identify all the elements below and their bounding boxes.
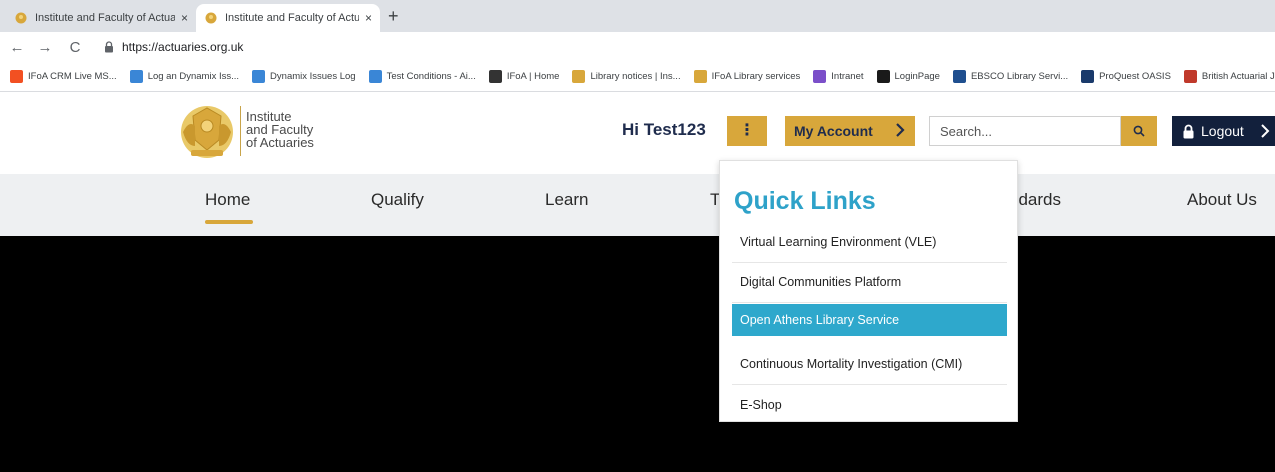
hero-banner [0,236,1275,472]
logout-button[interactable]: Logout [1172,116,1275,146]
reload-button[interactable]: C [64,39,86,56]
bookmark-item[interactable]: IFoA | Home [488,70,560,83]
quick-link-eshop[interactable]: E-Shop [732,385,1007,426]
bookmark-label: Intranet [831,71,864,82]
bookmark-label: Test Conditions - Ai... [386,71,476,82]
quick-links-list: Virtual Learning Environment (VLE) Digit… [732,222,1007,425]
bookmark-label: Library notices | Ins... [590,71,681,82]
main-navigation: Home Qualify Learn T ndards About Us [0,174,1275,236]
browser-address-bar: ← → C https://actuaries.org.uk [0,32,1275,62]
bookmark-item[interactable]: Dynamix Issues Log [252,70,356,83]
logout-label: Logout [1201,123,1244,139]
nav-item-qualify[interactable]: Qualify [371,190,424,210]
search-input[interactable] [929,116,1121,146]
bookmark-item[interactable]: LoginPage [876,70,940,83]
nav-item-learn[interactable]: Learn [545,190,588,210]
quick-links-dropdown: Quick Links Virtual Learning Environment… [719,160,1018,422]
bookmark-item[interactable]: EBSCO Library Servi... [952,70,1069,83]
close-icon[interactable]: × [365,11,372,25]
logo-divider [240,106,241,156]
o-icon [1081,70,1095,83]
back-button[interactable]: ← [6,39,28,56]
bookmark-label: Dynamix Issues Log [270,71,356,82]
my-account-button[interactable]: My Account [785,116,915,146]
logo-wordmark[interactable]: Institute and Faculty of Actuaries [246,110,314,149]
pinwheel-icon [252,70,266,83]
search-icon [1133,125,1145,137]
close-icon[interactable]: × [181,11,188,25]
new-tab-button[interactable]: + [388,6,399,26]
pinwheel-icon [368,70,382,83]
bookmark-label: IFoA | Home [506,71,560,82]
bookmark-item[interactable]: British Actuarial Jou... [1183,70,1275,83]
active-nav-indicator [205,220,253,224]
flag-icon [488,70,502,83]
ifoa-crest-logo[interactable] [179,102,235,160]
bookmark-label: British Actuarial Jou... [1201,71,1275,82]
bookmark-item[interactable]: Test Conditions - Ai... [368,70,476,83]
browser-tab-title: Institute and Faculty of Actuaries [35,12,175,24]
quick-link-open-athens[interactable]: Open Athens Library Service [732,304,1007,336]
bookmarks-bar: IFoA CRM Live MS... Log an Dynamix Iss...… [0,62,1275,92]
bookmark-label: EBSCO Library Servi... [970,71,1069,82]
quick-link-digital-communities[interactable]: Digital Communities Platform [732,263,1007,303]
browser-tab-2[interactable]: Institute and Faculty of Actuaries × [196,4,380,32]
user-greeting: Hi Test123 [622,120,706,139]
browser-tab-1[interactable]: Institute and Faculty of Actuaries × [6,4,196,32]
quick-links-menu-button[interactable]: ⋮ [727,116,767,146]
chevron-right-icon [1261,124,1270,138]
url-field[interactable]: https://actuaries.org.uk [122,40,243,54]
bookmark-item[interactable]: Log an Dynamix Iss... [129,70,240,83]
pinwheel-icon [129,70,143,83]
my-account-label: My Account [794,123,873,139]
quick-link-vle[interactable]: Virtual Learning Environment (VLE) [732,222,1007,263]
bookmark-label: IFoA CRM Live MS... [28,71,117,82]
lock-icon[interactable] [104,41,114,53]
bookmark-label: LoginPage [894,71,940,82]
browser-tab-title: Institute and Faculty of Actuaries [225,12,359,24]
bookmark-item[interactable]: IFoA Library services [693,70,801,83]
browser-tab-strip: Institute and Faculty of Actuaries × Ins… [0,0,1275,32]
site-header: Institute and Faculty of Actuaries Hi Te… [0,92,1275,174]
forward-button[interactable]: → [34,39,56,56]
bookmark-item[interactable]: IFoA CRM Live MS... [10,70,117,83]
quick-link-cmi[interactable]: Continuous Mortality Investigation (CMI) [732,344,1007,385]
ifoa-crest-icon [15,12,27,24]
bookmark-item[interactable]: ProQuest OASIS [1081,70,1171,83]
bookmark-label: IFoA Library services [711,71,801,82]
bookmark-item[interactable]: Intranet [813,70,864,83]
shield-icon [1183,70,1197,83]
search-button[interactable] [1121,116,1157,146]
e-icon [876,70,890,83]
lock-icon [1183,124,1194,138]
chevron-right-icon [895,122,905,143]
sitemap-icon [813,70,827,83]
quick-links-title: Quick Links [734,187,876,215]
g-icon [952,70,966,83]
crest-icon [572,70,586,83]
ifoa-crest-icon [205,12,217,24]
crest-icon [693,70,707,83]
bookmark-label: ProQuest OASIS [1099,71,1171,82]
nav-item-about-us[interactable]: About Us [1187,190,1257,210]
nav-item-home[interactable]: Home [205,190,250,210]
logo-line: of Actuaries [246,135,314,150]
bookmark-label: Log an Dynamix Iss... [147,71,240,82]
bookmark-item[interactable]: Library notices | Ins... [572,70,681,83]
windows-icon [10,70,23,83]
